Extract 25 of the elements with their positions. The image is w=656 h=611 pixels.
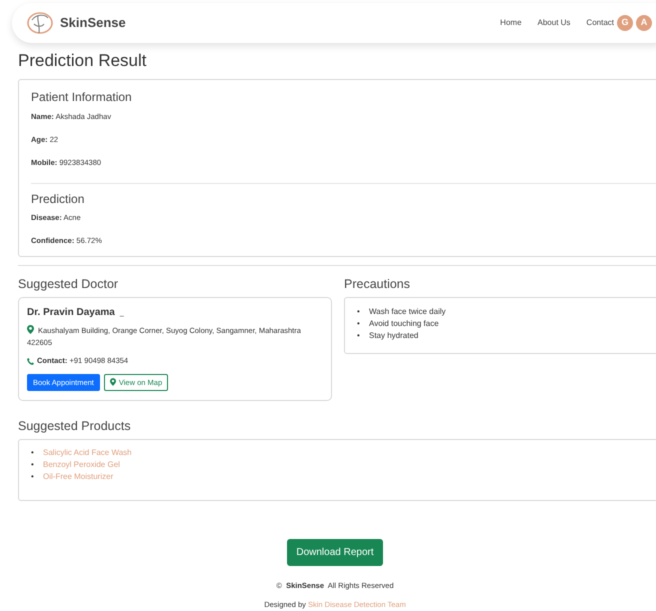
section-heading: Patient Information: [31, 90, 133, 105]
section-heading: Suggested Products: [18, 418, 132, 434]
nav-link-item[interactable]: About Us: [538, 17, 570, 29]
doctor-name: Dr. Pravin Dayama: [27, 306, 115, 320]
precaution-item: Stay hydrated: [369, 330, 418, 342]
nav-link-item[interactable]: Contact: [586, 17, 614, 29]
bullet: •: [31, 470, 35, 483]
phone-icon: [27, 358, 34, 365]
bullet: •: [31, 458, 35, 471]
location-pin-icon: [27, 325, 34, 334]
bullet: •: [357, 330, 361, 342]
nav-link-item[interactable]: Home: [500, 17, 522, 29]
logo-icon: [26, 10, 54, 36]
precaution-item: Avoid touching face: [369, 318, 439, 330]
section-heading: Suggested Doctor: [18, 277, 120, 292]
bullet: •: [31, 446, 35, 459]
section-heading: Prediction: [31, 192, 86, 206]
bullet: •: [357, 306, 361, 318]
location-pin-icon: [110, 378, 116, 386]
download-report-button[interactable]: Download Report: [287, 538, 383, 566]
section-heading: Precautions: [344, 277, 412, 292]
page-title: Prediction Result: [18, 51, 148, 72]
brand-name[interactable]: SkinSense: [60, 13, 126, 33]
bullet: •: [357, 318, 361, 330]
precaution-item: Wash face twice daily: [369, 306, 446, 318]
